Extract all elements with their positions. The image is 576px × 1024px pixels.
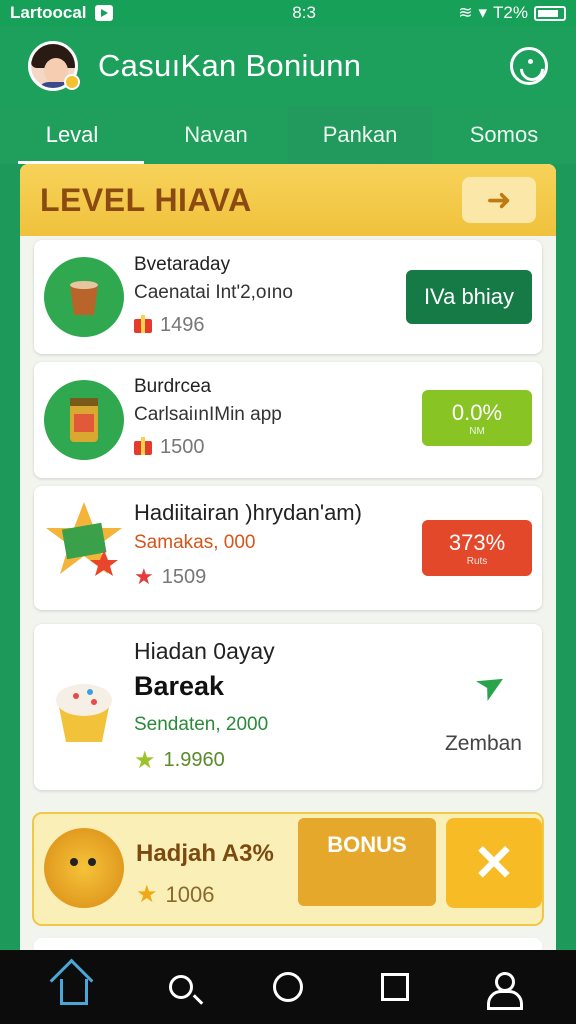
bonus-button[interactable]: BONUS [298,818,436,906]
bottom-nav [0,950,576,1024]
card-side-label: Zemban [444,732,522,755]
mascot-icon [44,828,124,908]
tab-somos[interactable]: Somos [432,106,576,164]
star-burst-icon [44,500,124,580]
cake-cup-icon [44,668,124,748]
level-banner: LEVEL HIAVA ➜ [20,164,556,236]
user-icon [487,972,524,1010]
card-stat-value: 1.9960 [163,749,225,771]
card-action-button[interactable]: 373% Ruts [422,520,532,576]
coin-badge-icon [64,74,80,90]
media-icon [94,5,113,21]
card-highlight: Bareak [134,671,225,701]
card-subtitle: Sendaten, 2000 [134,714,269,735]
bonus-stat-value: 1006 [165,881,215,907]
wifi-icon: ≋ [458,3,473,22]
bonus-stat: ★ 1006 [136,880,274,909]
level-title: LEVEL HIAVA [40,181,252,218]
star-icon: ★ [136,881,158,908]
action-sublabel: Ruts [466,555,488,567]
list-item[interactable]: Bvetaraday Caenatai Int'2,oıno 1496 IVa … [34,240,542,354]
square-icon [381,973,410,1001]
card-title: Hiadan 0ayay [134,638,275,664]
search-icon [168,975,193,999]
tab-bar: Leval Navan Pankan Somos [0,106,576,164]
close-button[interactable]: ✕ [446,818,542,908]
send-arrow-icon[interactable]: ➤ [467,659,514,710]
list-item[interactable]: Hiadan 0ayay Bareak Sendaten, 2000 ★ 1.9… [34,624,542,790]
bonus-card: Hadjah A3% ★ 1006 BONUS ✕ [32,812,544,926]
card-title: Hadiitairan )hrydan'am) [134,500,362,525]
action-label: 373% [448,529,506,555]
gift-icon [134,314,152,333]
can-icon [44,380,124,460]
bonus-title: Hadjah A3% [136,840,274,867]
card-action-button[interactable]: IVa bhiay [406,270,532,324]
gear-face-icon[interactable] [510,47,548,85]
action-sublabel: NM [469,425,485,437]
card-stat: ★ 1.9960 [134,746,275,775]
close-icon: ✕ [473,835,515,891]
card-subtitle: CarlsaiınIMin app [134,404,282,425]
nav-profile-button[interactable] [472,957,532,1017]
tab-navan[interactable]: Navan [144,106,288,164]
content-panel: LEVEL HIAVA ➜ Bvetaraday Caenatai Int'2,… [20,164,556,954]
status-bar: Lartoocal 8:3 ≋ ▾ T2% [0,0,576,26]
card-stat: 1500 [134,436,282,459]
app-header: CasuıKan Boniunn [0,26,576,106]
status-time: 8:3 [292,3,316,22]
nav-circle-button[interactable] [258,957,318,1017]
battery-icon [534,5,566,21]
card-title: Bvetaraday [134,254,231,275]
action-label: IVa bhiay [423,284,515,309]
card-action-button[interactable]: 0.0% NM [422,390,532,446]
gift-icon [134,436,152,455]
card-stat-value: 1496 [160,314,205,336]
tab-panakan[interactable]: Pankan [288,106,432,164]
card-subtitle: Caenatai Int'2,oıno [134,282,293,303]
card-stat-value: 1500 [160,436,205,458]
card-subtitle: Samakas, 000 [134,532,256,553]
circle-icon [272,972,303,1002]
card-stat-value: 1509 [161,565,207,588]
tab-leval[interactable]: Leval [0,106,144,164]
nav-home-button[interactable] [44,957,104,1017]
carrier-label: Lartoocal [10,3,87,22]
list-item[interactable]: Burdrcea CarlsaiınIMin app 1500 0.0% NM [34,362,542,478]
star-icon: ★ [134,564,154,589]
arrow-right-icon: ➜ [486,183,512,217]
nav-square-button[interactable] [365,957,425,1017]
home-icon [59,979,88,1005]
drink-cup-icon [44,257,124,337]
star-icon: ★ [134,747,156,774]
action-label: 0.0% [451,399,503,425]
battery-percent: T2% [493,3,528,22]
list-item[interactable]: Hadiitairan )hrydan'am) Samakas, 000 ★ 1… [34,486,542,610]
card-stat: ★ 1509 [134,564,362,590]
signal-icon: ▾ [478,3,488,22]
app-title: CasuıKan Boniunn [98,48,362,83]
arrow-right-button[interactable]: ➜ [462,177,536,223]
card-stat: 1496 [134,314,293,337]
card-title: Burdrcea [134,376,212,397]
nav-search-button[interactable] [151,957,211,1017]
